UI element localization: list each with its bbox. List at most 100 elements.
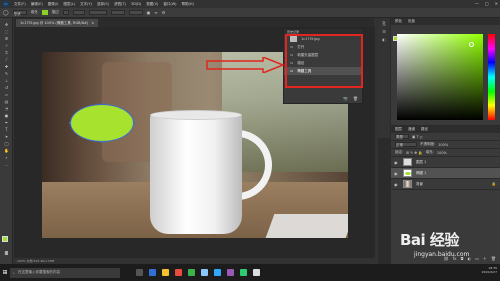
- explorer-icon[interactable]: [162, 269, 169, 276]
- width-field[interactable]: [110, 10, 125, 15]
- anchor-point-top[interactable]: [101, 103, 103, 105]
- quick-mask-icon[interactable]: ◙: [3, 250, 10, 255]
- blur-tool-icon[interactable]: ◔: [3, 106, 10, 111]
- fill-swatch[interactable]: [41, 10, 48, 15]
- menu-window[interactable]: 窗口(W): [163, 2, 176, 7]
- menu-layer[interactable]: 图层(L): [63, 2, 75, 7]
- eraser-tool-icon[interactable]: ▱: [3, 92, 10, 97]
- path-select-tool-icon[interactable]: ➤: [3, 134, 10, 139]
- menu-file[interactable]: 文件(F): [14, 2, 26, 7]
- minimize-button[interactable]: —: [475, 1, 479, 6]
- taskview-icon[interactable]: [136, 269, 143, 276]
- windows-start-icon[interactable]: ⊞: [0, 264, 10, 281]
- path-ops-icon[interactable]: ▣: [147, 10, 151, 15]
- shape-mode-select[interactable]: 形状: [12, 10, 27, 16]
- system-tray-clock[interactable]: 18:35 2020/4/27: [482, 266, 497, 274]
- menu-help[interactable]: 帮助(H): [182, 2, 194, 7]
- adjustments-panel-icon[interactable]: ◐: [380, 37, 388, 43]
- eye-icon[interactable]: ◉: [394, 182, 399, 187]
- tab-paths[interactable]: 路径: [421, 127, 428, 132]
- lock-icon[interactable]: ⊞ ✎ ✥ 🔒: [406, 151, 423, 155]
- hue-slider[interactable]: [488, 34, 495, 120]
- taskbar-search-box[interactable]: ⌕ 在这里输入你要搜索的内容: [10, 267, 120, 278]
- menu-view[interactable]: 视图(V): [146, 2, 158, 7]
- type-tool-icon[interactable]: T: [3, 127, 10, 132]
- premiere-icon[interactable]: [227, 269, 234, 276]
- color-picker-ring[interactable]: [469, 42, 474, 47]
- edge-icon[interactable]: [149, 269, 156, 276]
- chrome-icon[interactable]: [188, 269, 195, 276]
- app-blue-icon[interactable]: [201, 269, 208, 276]
- layer-row-ellipse1[interactable]: ◉ 椭圆 1: [391, 168, 500, 179]
- close-tab-icon[interactable]: ×: [91, 21, 94, 25]
- ellipse-shape-tool-icon[interactable]: ◯: [3, 141, 10, 146]
- blend-mode-select[interactable]: 正常: [395, 142, 417, 147]
- hand-tool-icon[interactable]: ✋: [3, 148, 10, 153]
- marquee-tool-icon[interactable]: ⬚: [3, 29, 10, 34]
- menu-3d[interactable]: 3D(D): [131, 2, 141, 6]
- anchor-point-bottom[interactable]: [101, 141, 103, 143]
- camera-icon[interactable]: 📷: [343, 96, 348, 101]
- move-tool-icon[interactable]: ✥: [3, 22, 10, 27]
- history-brush-icon[interactable]: ↺: [3, 85, 10, 90]
- lasso-tool-icon[interactable]: ᘐ: [3, 36, 10, 41]
- stroke-type-select[interactable]: [88, 10, 107, 15]
- menu-image[interactable]: 图像(I): [48, 2, 59, 7]
- tab-channels[interactable]: 通道: [408, 127, 415, 132]
- stroke-width-field[interactable]: [72, 10, 85, 15]
- document-tab[interactable]: 1c17f3.jpg @ 100% (椭圆工具, RGB/8#) ×: [16, 19, 99, 27]
- tab-color[interactable]: 颜色: [395, 19, 402, 24]
- menu-edit[interactable]: 编辑(E): [31, 2, 43, 7]
- ellipse-tool-icon[interactable]: ◯: [3, 10, 9, 16]
- eyedropper-tool-icon[interactable]: ⁄: [3, 57, 10, 62]
- eye-icon[interactable]: ◉: [394, 160, 399, 165]
- layer-row-background[interactable]: ◉ 背景 🔒: [391, 179, 500, 190]
- layer-thumbnail: [403, 180, 412, 188]
- baidu-jingyan-watermark: Bai 经验 jingyan.baidu.com: [400, 229, 496, 263]
- menu-filter[interactable]: 滤镜(T): [114, 2, 126, 7]
- maximize-button[interactable]: □: [485, 1, 489, 6]
- app-red-icon[interactable]: [175, 269, 182, 276]
- layer-row-layer1[interactable]: ◉ 图层 1: [391, 157, 500, 168]
- close-button[interactable]: ✕: [495, 1, 498, 6]
- brush-tool-icon[interactable]: ✎: [3, 71, 10, 76]
- gear-icon[interactable]: ⚙: [162, 10, 166, 15]
- anchor-point-left[interactable]: [69, 122, 71, 124]
- ellipse-shape[interactable]: [70, 104, 134, 142]
- opacity-label: 不透明度:: [420, 142, 436, 146]
- stroke-swatch[interactable]: [62, 10, 69, 15]
- foreground-color-swatch[interactable]: [2, 236, 8, 242]
- wechat-icon[interactable]: [240, 269, 247, 276]
- clock-date: 2020/4/27: [481, 270, 497, 274]
- history-panel-icon[interactable]: ⎘: [380, 21, 388, 27]
- opacity-value[interactable]: 100%: [438, 143, 448, 147]
- align-icon[interactable]: ≡: [154, 10, 157, 15]
- height-field[interactable]: [128, 10, 143, 15]
- filter-icon[interactable]: ▣ T ◻: [412, 135, 423, 139]
- crop-tool-icon[interactable]: ⌗: [3, 50, 10, 55]
- healing-tool-icon[interactable]: ✚: [3, 64, 10, 69]
- menu-bar: Ps 文件(F) 编辑(E) 图像(I) 图层(L) 文字(Y) 选择(S) 滤…: [0, 0, 500, 8]
- fill-opacity-value[interactable]: 100%: [437, 151, 447, 155]
- layer-kind-select[interactable]: 类型: [395, 134, 409, 139]
- photoshop-taskbar-icon[interactable]: [214, 269, 221, 276]
- trash-icon[interactable]: 🗑: [353, 96, 358, 101]
- magic-wand-tool-icon[interactable]: ✧: [3, 43, 10, 48]
- more-tools-icon[interactable]: …: [3, 162, 10, 167]
- highlight-box: [285, 34, 363, 88]
- tab-layers[interactable]: 图层: [395, 127, 402, 132]
- eye-icon[interactable]: ◉: [394, 171, 399, 176]
- stamp-tool-icon[interactable]: ⊥: [3, 78, 10, 83]
- anchor-point-right[interactable]: [133, 122, 135, 124]
- gradient-tool-icon[interactable]: ▤: [3, 99, 10, 104]
- color-picker-field[interactable]: [397, 34, 483, 120]
- zoom-tool-icon[interactable]: ⌕: [3, 155, 10, 160]
- windows-taskbar: ⊞ ⌕ 在这里输入你要搜索的内容: [0, 264, 500, 281]
- tab-swatches[interactable]: 色板: [408, 19, 415, 24]
- pen-tool-icon[interactable]: ✒: [3, 120, 10, 125]
- menu-select[interactable]: 选择(S): [97, 2, 109, 7]
- menu-type[interactable]: 文字(Y): [80, 2, 92, 7]
- app-white-icon[interactable]: [253, 269, 260, 276]
- dodge-tool-icon[interactable]: ●: [3, 113, 10, 118]
- properties-panel-icon[interactable]: ☰: [380, 29, 388, 35]
